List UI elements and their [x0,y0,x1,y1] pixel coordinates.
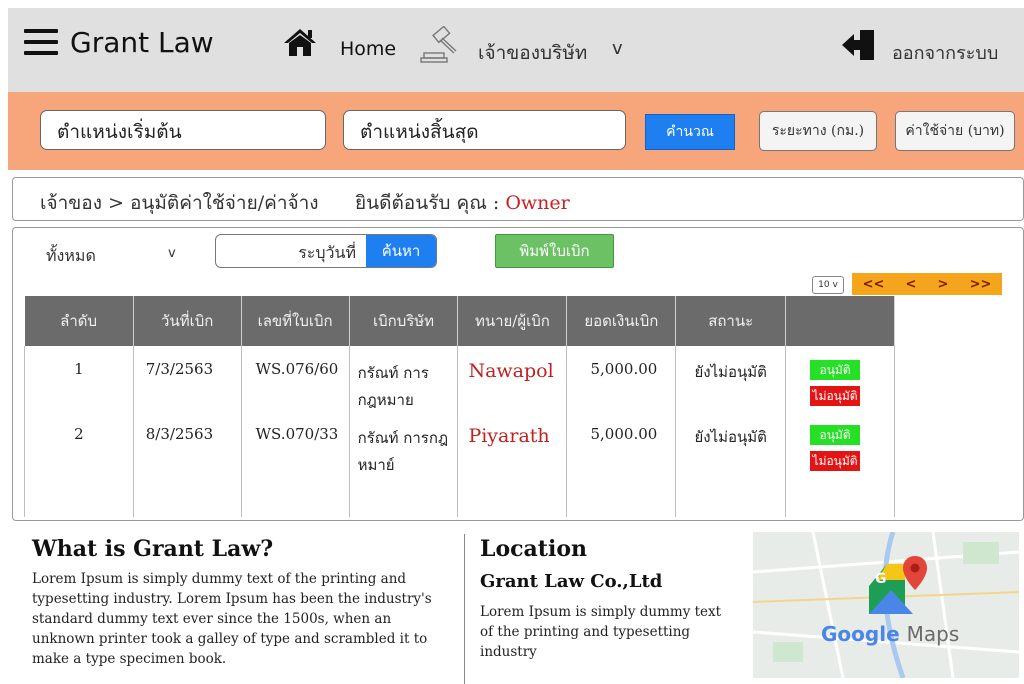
map-thumbnail[interactable]: G Google Maps [753,532,1019,678]
chevron-down-icon[interactable]: v [168,246,176,261]
brand-title[interactable]: Grant Law [70,26,214,59]
table-header-row: ลำดับ วันที่เบิก เลขที่ใบเบิก เบิกบริษัท… [24,296,895,346]
table-row: 1 7/3/2563 WS.076/60 กรัณท์ การกฎหมาย Na… [24,346,895,421]
gavel-icon [420,26,457,63]
end-location-input[interactable]: ตำแหน่งสิ้นสุด [343,110,626,150]
about-title: What is Grant Law? [32,536,274,562]
cell-date: 8/3/2563 [132,421,242,517]
column-header: เบิกบริษัท [349,296,459,346]
date-input[interactable]: ระบุวันที่ [298,241,356,266]
table-row: 2 8/3/2563 WS.070/33 กรัณท์ การกฎหมาย์ P… [24,421,895,517]
last-page-button[interactable]: >> [970,277,992,292]
cell-company: กรัณท์ การกฎหมาย์ [348,421,459,517]
column-header: ลำดับ [24,296,134,346]
date-search-field[interactable]: ระบุวันที่ ค้นหา [215,234,437,268]
cell-claimant: Piyarath [457,421,568,517]
welcome-message: ยินดีต้อนรับ คุณ : Owner [355,188,570,218]
map-background: G [753,532,1019,678]
start-location-input[interactable]: ตำแหน่งเริ่มต้น [40,110,326,150]
status-filter-select[interactable]: ทั้งหมด [46,244,96,269]
cell-claim-number: WS.076/60 [240,346,350,421]
footer-divider [464,534,465,684]
about-text: Lorem Ipsum is simply dummy text of the … [32,571,432,667]
cell-amount: 5,000.00 [566,346,677,421]
cell-date: 7/3/2563 [132,346,242,421]
cell-actions: อนุมัติ ไม่อนุมัติ [785,421,895,517]
cell-actions: อนุมัติ ไม่อนุมัติ [785,346,895,421]
welcome-user: Owner [505,192,570,214]
owner-menu[interactable]: เจ้าของบริษัท [478,38,587,68]
location-title: Location [480,536,587,562]
map-caption: Google Maps [821,622,959,646]
column-header [785,296,895,346]
approve-button[interactable]: อนุมัติ [810,360,861,380]
column-header: สถานะ [675,296,787,346]
prev-page-button[interactable]: < [906,277,917,292]
breadcrumb[interactable]: เจ้าของ > อนุมัติค่าใช้จ่าย/ค่าจ้าง [40,188,319,218]
first-page-button[interactable]: << [863,277,885,292]
reject-button[interactable]: ไม่อนุมัติ [810,451,861,471]
cell-status: ยังไม่อนุมัติ [675,421,787,517]
cost-button[interactable]: ค่าใช้จ่าย (บาท) [895,111,1015,151]
next-page-button[interactable]: > [938,277,949,292]
calculate-button[interactable]: คำนวณ [645,114,735,150]
location-text: Lorem Ipsum is simply dummy text of the … [480,604,722,660]
column-header: เลขที่ใบเบิก [241,296,350,346]
cell-amount: 5,000.00 [566,421,677,517]
logout-icon[interactable] [840,28,878,62]
column-header: วันที่เบิก [133,296,242,346]
cell-status: ยังไม่อนุมัติ [675,346,787,421]
hamburger-menu-icon[interactable] [24,29,58,55]
welcome-prefix: ยินดีต้อนรับ คุณ : [355,192,500,214]
print-claim-button[interactable]: พิมพ์ใบเบิก [495,234,614,268]
pagination: << < > >> [852,273,1002,295]
claims-table: ลำดับ วันที่เบิก เลขที่ใบเบิก เบิกบริษัท… [24,296,895,517]
map-caption-maps: Maps [906,622,960,646]
cell-company: กรัณท์ การกฎหมาย [348,346,459,421]
cell-claim-number: WS.070/33 [240,421,350,517]
home-link[interactable]: Home [340,38,396,60]
cell-index: 2 [24,421,134,517]
cell-index: 1 [24,346,134,421]
svg-text:G: G [875,571,887,587]
company-name: Grant Law Co.,Ltd [480,571,663,592]
search-button[interactable]: ค้นหา [366,235,436,267]
distance-button[interactable]: ระยะทาง (กม.) [759,111,877,151]
approve-button[interactable]: อนุมัติ [810,425,861,445]
cell-claimant: Nawapol [457,346,568,421]
map-caption-google: Google [821,622,900,646]
home-icon[interactable] [283,27,317,57]
page-size-select[interactable]: 10 v [812,276,844,294]
column-header: ยอดเงินเบิก [566,296,677,346]
column-header: ทนาย/ผู้เบิก [457,296,568,346]
chevron-down-icon[interactable]: v [612,38,623,59]
reject-button[interactable]: ไม่อนุมัติ [810,386,861,406]
logout-link[interactable]: ออกจากระบบ [892,38,998,67]
